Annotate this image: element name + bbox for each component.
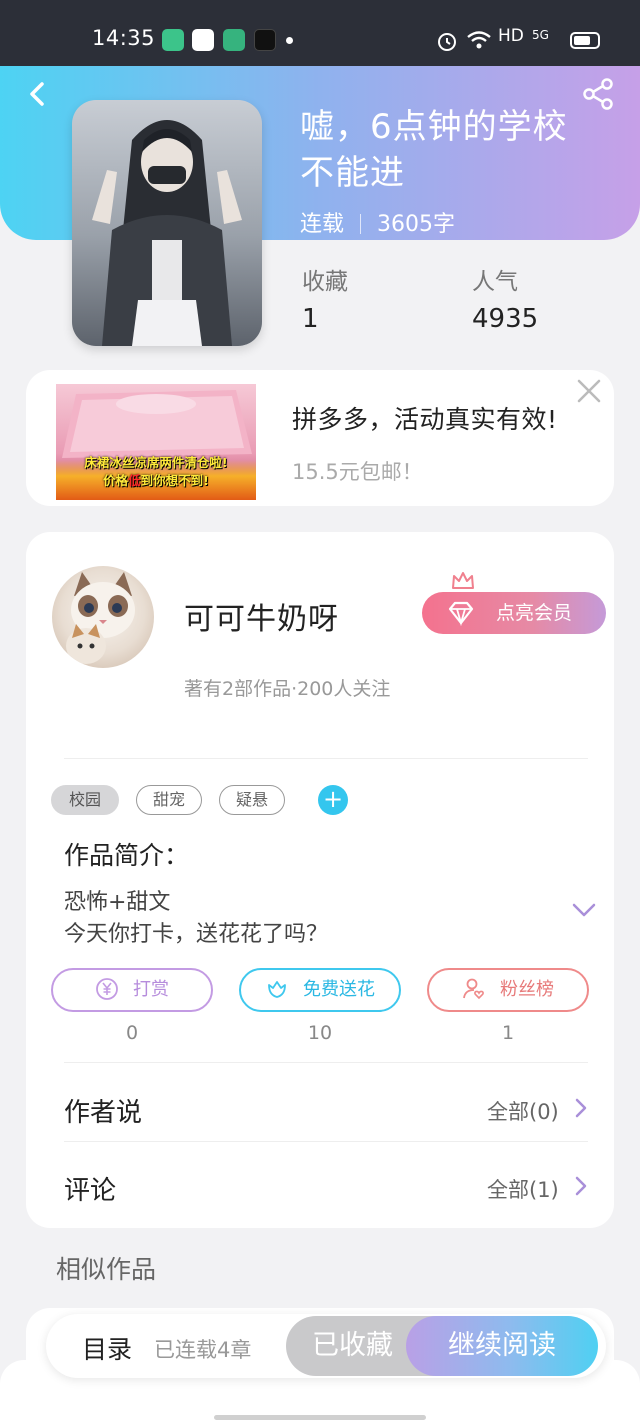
section-divider (64, 1141, 588, 1142)
chapter-count: 已连载4章 (154, 1338, 252, 1362)
alarm-icon (438, 33, 456, 51)
tiktok-icon (254, 29, 276, 51)
book-status-line: 连载 3605字 (300, 206, 455, 238)
status-bar: 14:35 HD 5G (0, 0, 640, 66)
tag-mystery[interactable]: 疑悬 (219, 785, 285, 815)
comments-all-link[interactable]: 全部(1) (487, 1174, 559, 1204)
ad-subtitle[interactable]: 15.5元包邮！ (292, 456, 423, 486)
ad-image[interactable]: 床裙冰丝凉席两件清仓啦! 价格低到你想不到! (56, 384, 256, 500)
book-cover[interactable] (72, 100, 262, 346)
author-avatar[interactable] (52, 566, 154, 668)
word-count: 3605字 (377, 212, 456, 237)
ad-caption-highlight: 低 (128, 473, 141, 488)
ad-caption-line-1: 床裙冰丝凉席两件清仓啦! (84, 455, 228, 470)
flower-icon (268, 981, 286, 998)
tip-count: 0 (125, 1022, 139, 1044)
ad-caption-part: 到你想不到! (140, 473, 209, 488)
flower-count: 10 (307, 1022, 333, 1044)
status-divider (360, 214, 362, 234)
add-tag-button[interactable]: + (318, 785, 348, 815)
expand-intro-chevron-icon[interactable] (570, 896, 598, 924)
ad-close-button[interactable] (574, 376, 604, 406)
battery-icon (570, 32, 600, 49)
ad-caption-part: 价格 (103, 473, 129, 488)
author-says-all-link[interactable]: 全部(0) (487, 1096, 559, 1126)
author-says-title[interactable]: 作者说 (64, 1092, 142, 1129)
ad-caption-line-2: 价格低到你想不到! (60, 472, 252, 490)
section-divider (64, 1062, 588, 1063)
tag-sweet[interactable]: 甜宠 (136, 785, 202, 815)
tip-button[interactable]: 打赏 (51, 968, 213, 1012)
serial-status: 连载 (300, 212, 345, 237)
intro-line-2: 今天你打卡，送花花了吗？ (64, 922, 329, 947)
similar-works-title: 相似作品 (56, 1255, 157, 1284)
ad-image-caption: 床裙冰丝凉席两件清仓啦! 价格低到你想不到! (60, 454, 252, 490)
book-title: 嘘，6点钟的学校不能进 (300, 107, 568, 193)
fans-ranking-button[interactable]: 粉丝榜 (427, 968, 589, 1012)
favorites-count: 1 (302, 304, 319, 334)
continue-reading-button[interactable]: 继续阅读 (406, 1316, 598, 1376)
network-type: HD (498, 26, 524, 46)
yuan-coin-icon (96, 978, 118, 1000)
send-flower-label: 免费送花 (303, 979, 375, 1000)
video-app-icon (223, 29, 245, 51)
vip-button-label: 点亮会员 (496, 602, 573, 624)
tag-campus[interactable]: 校园 (51, 785, 119, 815)
app-notification-icon (162, 29, 184, 51)
table-of-contents-button[interactable]: 目录 (82, 1330, 132, 1366)
app-notification-icon (192, 29, 214, 51)
diamond-icon (448, 601, 474, 627)
fans-ranking-label: 粉丝榜 (500, 979, 554, 1000)
favorites-label: 收藏 (302, 269, 348, 295)
popularity-count: 4935 (472, 304, 539, 334)
ad-title[interactable]: 拼多多，活动真实有效! (292, 400, 558, 436)
more-notifications-icon (286, 37, 293, 44)
section-divider (64, 758, 588, 759)
chevron-right-icon[interactable] (572, 1096, 590, 1120)
tip-label: 打赏 (133, 979, 169, 1000)
cover-illustration (92, 120, 242, 346)
author-meta: 著有2部作品·200人关注 (184, 678, 391, 700)
intro-line-1: 恐怖+甜文 (64, 890, 171, 915)
chevron-right-icon[interactable] (572, 1174, 590, 1198)
status-time: 14:35 (92, 26, 156, 50)
user-heart-icon (463, 978, 484, 1000)
comments-title[interactable]: 评论 (64, 1170, 116, 1207)
popularity-label: 人气 (472, 269, 518, 295)
fans-count: 1 (501, 1022, 515, 1044)
signal-type: 5G (532, 28, 549, 42)
ad-banner[interactable]: 床裙冰丝凉席两件清仓啦! 价格低到你想不到! 拼多多，活动真实有效! 15.5元… (26, 370, 614, 506)
cat-avatar-illustration (66, 572, 135, 664)
author-name[interactable]: 可可牛奶呀 (184, 594, 339, 638)
home-indicator[interactable] (214, 1415, 426, 1420)
intro-title: 作品简介： (64, 841, 190, 870)
wifi-icon (467, 31, 491, 49)
back-button[interactable] (20, 76, 56, 112)
crown-icon (452, 572, 474, 589)
send-flower-button[interactable]: 免费送花 (239, 968, 401, 1012)
